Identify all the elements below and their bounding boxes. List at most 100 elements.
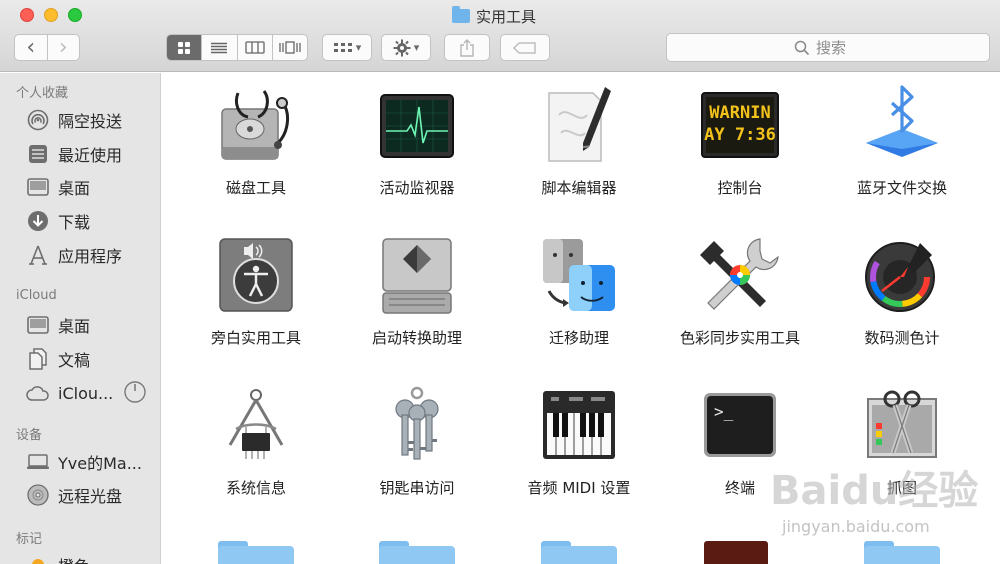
forward-button[interactable]: › (46, 34, 80, 60)
app-script-editor[interactable]: 脚本编辑器 (504, 85, 654, 198)
cover-flow-icon (279, 41, 301, 54)
voiceover-icon (216, 235, 296, 315)
sidebar-item-tag-orange[interactable]: 橙色 (26, 552, 90, 564)
app-label: 活动监视器 (379, 179, 455, 197)
laptop-icon (26, 451, 50, 473)
column-view-button[interactable] (236, 35, 272, 60)
icon-view-button[interactable] (167, 35, 202, 60)
terminal-icon: >_ (700, 385, 780, 465)
action-button[interactable]: ▾ (381, 34, 431, 61)
sidebar-item-recents[interactable]: 最近使用 (26, 141, 122, 167)
app-audio-midi-setup[interactable]: 音频 MIDI 设置 (504, 385, 654, 498)
search-icon (794, 40, 810, 55)
sidebar-item-label: 文稿 (58, 351, 91, 370)
digital-color-meter-icon (862, 235, 942, 315)
audio-midi-icon (539, 385, 619, 465)
downloads-icon (26, 210, 50, 232)
app-label: 数码测色计 (864, 329, 940, 347)
share-button[interactable] (444, 34, 490, 61)
console-icon: WARNIN AY 7:36 (700, 85, 780, 165)
sidebar-item-applications[interactable]: 应用程序 (26, 242, 122, 268)
recents-icon (26, 143, 50, 165)
columns-icon (244, 41, 265, 54)
sidebar: 个人收藏 隔空投送 最近使用 桌面 下载 应用程序 iCloud 桌面 文稿 i… (0, 73, 161, 564)
script-editor-icon (539, 85, 619, 165)
back-button[interactable]: ‹ (15, 35, 47, 60)
sidebar-item-airdrop[interactable]: 隔空投送 (26, 107, 122, 133)
sidebar-item-mac[interactable]: Yve的Ma... (26, 449, 142, 475)
app-disk-utility[interactable]: 磁盘工具 (181, 85, 331, 198)
maximize-window-button[interactable] (68, 8, 82, 22)
colorsync-icon (700, 235, 780, 315)
sidebar-item-label: 最近使用 (58, 146, 123, 165)
sidebar-item-icloud-drive[interactable]: iClou... (26, 380, 113, 406)
sidebar-item-icloud-desktop[interactable]: 桌面 (26, 312, 90, 338)
app-bluetooth-file-exchange[interactable]: 蓝牙文件交换 (827, 85, 977, 198)
app-label: 色彩同步实用工具 (679, 329, 800, 347)
desktop-icon (26, 176, 50, 198)
console-screen-line-1: WARNIN (709, 103, 770, 123)
app-label: 脚本编辑器 (541, 179, 617, 197)
navigation-group: ‹ › (14, 34, 80, 61)
terminal-prompt: >_ (714, 402, 734, 421)
search-input[interactable] (816, 38, 862, 57)
keychain-icon (377, 385, 457, 465)
watermark: Baidu经验 (770, 468, 979, 514)
app-migration-assistant[interactable]: 迁移助理 (504, 235, 654, 348)
minimize-window-button[interactable] (44, 8, 58, 22)
app-system-information[interactable]: 系统信息 (181, 385, 331, 498)
list-view-button[interactable] (201, 35, 236, 60)
console-screen-line-2: AY 7:36 (704, 125, 776, 145)
file-icon-grid: 磁盘工具 活动监视器 脚本编辑器 WARNIN AY 7:36 控制台 蓝牙文件… (162, 73, 1000, 564)
app-label: 系统信息 (225, 479, 286, 497)
app-keychain-access[interactable]: 钥匙串访问 (342, 385, 492, 498)
sidebar-item-label: 远程光盘 (58, 487, 123, 506)
app-label: 磁盘工具 (225, 179, 286, 197)
arrange-grid-icon (333, 42, 352, 52)
chevron-right-icon: › (58, 34, 68, 60)
app-label: 旁白实用工具 (210, 329, 301, 347)
share-icon (460, 38, 474, 57)
app-digital-color-meter[interactable]: 数码测色计 (827, 235, 977, 348)
sidebar-item-remote-disc[interactable]: 远程光盘 (26, 482, 122, 508)
list-icon (211, 42, 228, 53)
sidebar-header-devices: 设备 (16, 428, 43, 443)
app-colorsync-utility[interactable]: 色彩同步实用工具 (665, 235, 815, 348)
window-title-text: 实用工具 (476, 7, 537, 26)
folder-icon[interactable] (864, 541, 940, 564)
folder-icon[interactable] (541, 541, 617, 564)
sidebar-item-label: 隔空投送 (58, 112, 123, 131)
sidebar-item-documents[interactable]: 文稿 (26, 346, 90, 372)
sidebar-item-desktop[interactable]: 桌面 (26, 174, 90, 200)
app-partial-icon[interactable] (704, 541, 768, 564)
tags-button[interactable] (500, 34, 550, 61)
chevron-left-icon: ‹ (26, 34, 36, 60)
app-label: 钥匙串访问 (379, 479, 455, 497)
cover-flow-button[interactable] (271, 35, 307, 60)
sidebar-item-label: Yve的Ma... (58, 454, 142, 473)
arrange-button[interactable]: ▾ (322, 34, 372, 61)
search-field[interactable] (666, 33, 990, 62)
window-toolbar: 实用工具 ‹ › ▾ ▾ (0, 0, 1000, 72)
sidebar-item-label: 桌面 (58, 317, 91, 336)
applications-icon (26, 244, 50, 266)
app-label: 启动转换助理 (371, 329, 462, 347)
app-console[interactable]: WARNIN AY 7:36 控制台 (665, 85, 815, 198)
sidebar-header-favorites: 个人收藏 (16, 86, 69, 101)
app-voiceover-utility[interactable]: 旁白实用工具 (181, 235, 331, 348)
sidebar-header-tags: 标记 (16, 532, 43, 547)
grab-icon (862, 385, 942, 465)
app-label: 控制台 (717, 179, 763, 197)
window-title: 实用工具 (452, 5, 536, 27)
app-boot-camp-assistant[interactable]: 启动转换助理 (342, 235, 492, 348)
app-activity-monitor[interactable]: 活动监视器 (342, 85, 492, 198)
icloud-progress-indicator (123, 380, 147, 408)
bluetooth-icon (862, 85, 942, 165)
airdrop-icon (26, 109, 50, 131)
chevron-down-icon: ▾ (355, 41, 362, 54)
sidebar-item-downloads[interactable]: 下载 (26, 208, 90, 234)
folder-icon[interactable] (379, 541, 455, 564)
close-window-button[interactable] (20, 8, 34, 22)
icon-grid-icon (178, 41, 191, 54)
folder-icon[interactable] (218, 541, 294, 564)
